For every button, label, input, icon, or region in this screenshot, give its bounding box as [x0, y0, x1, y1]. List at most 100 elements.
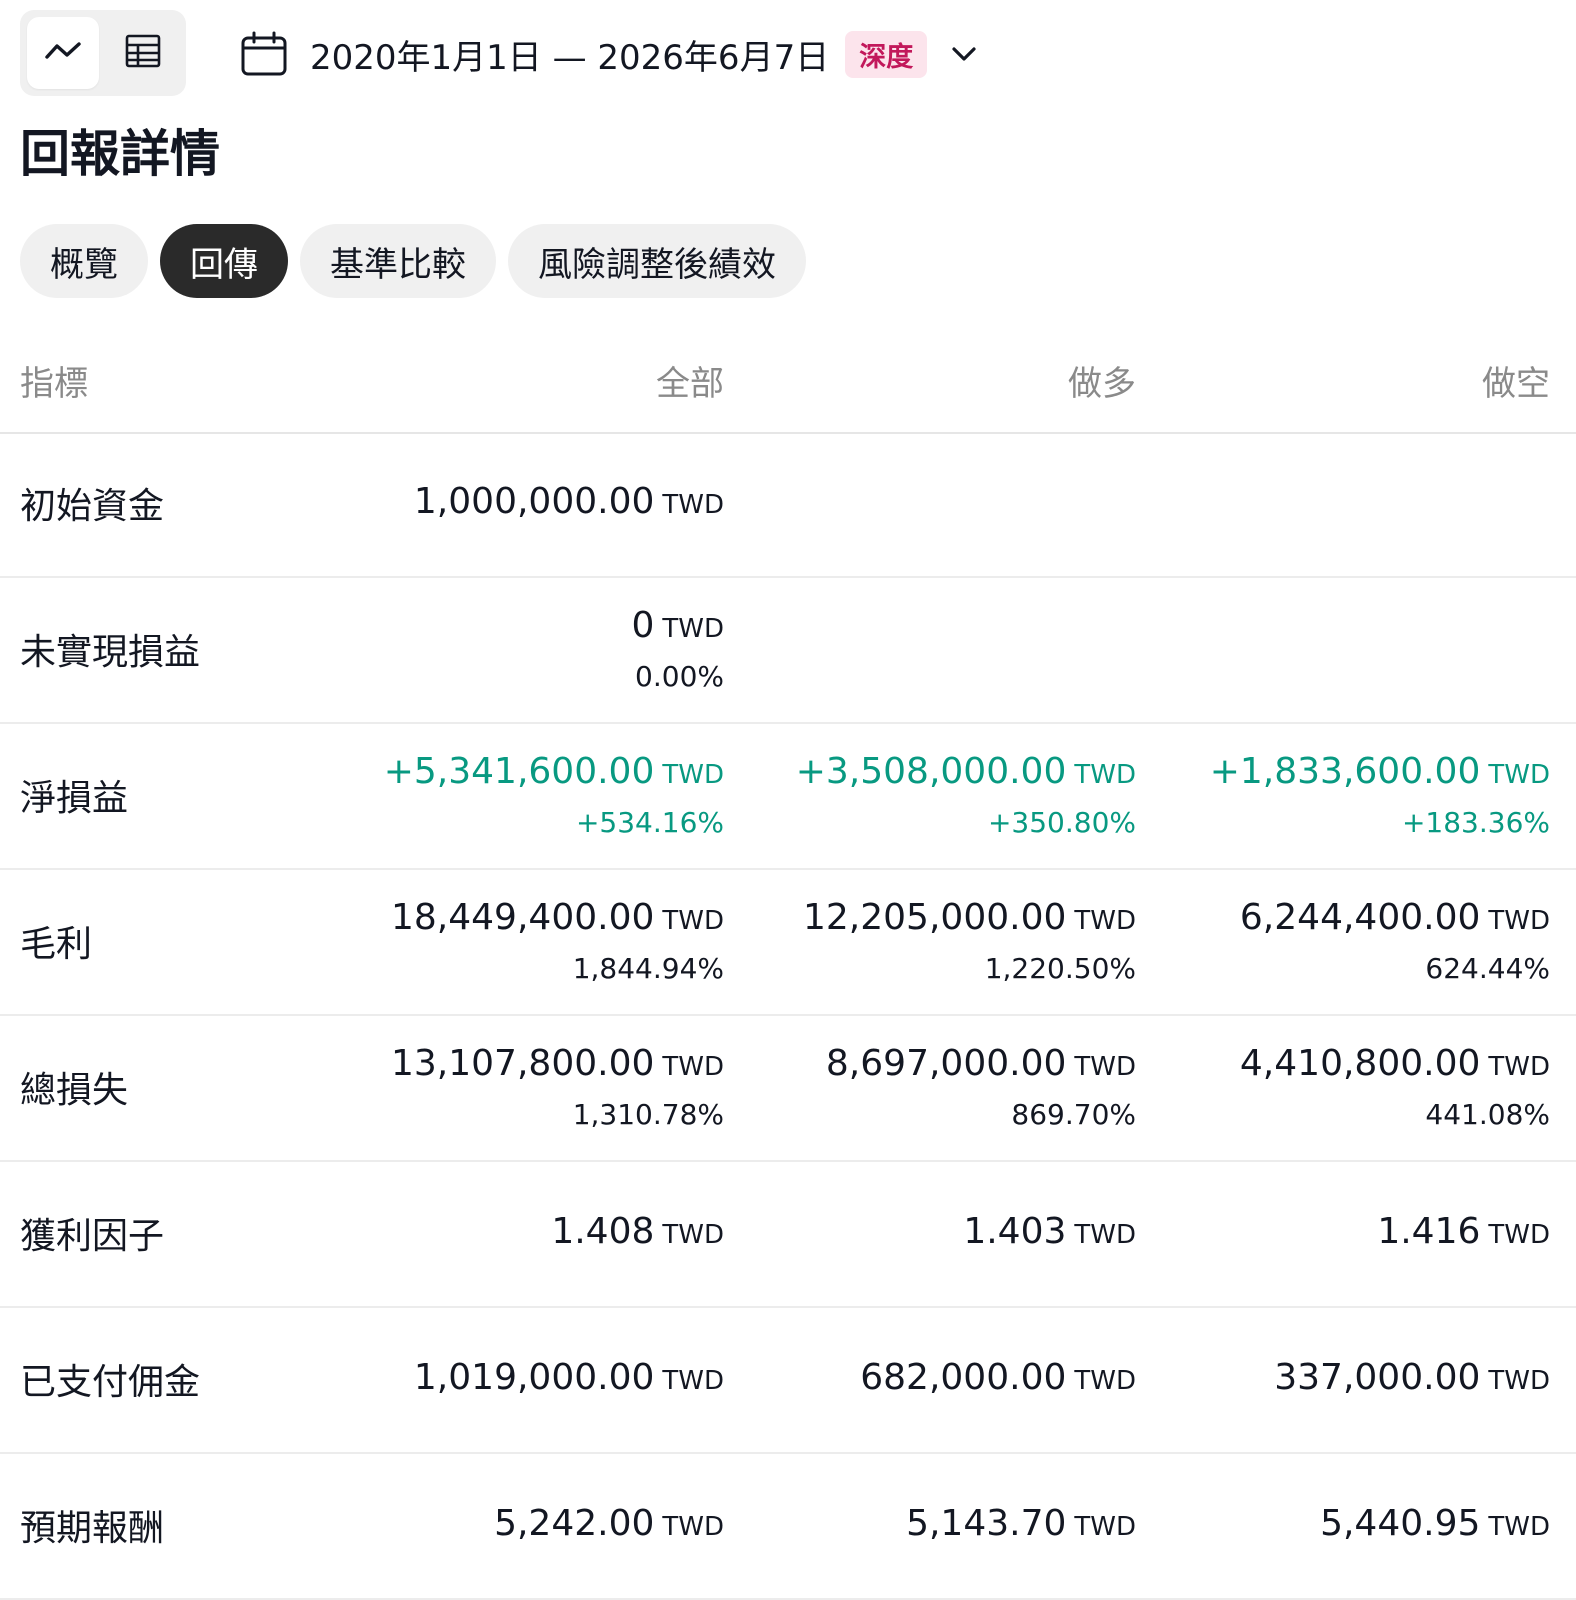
cell-percent: 1,220.50% [984, 951, 1136, 985]
depth-badge: 深度 [845, 30, 928, 78]
currency-unit: TWD [662, 489, 724, 520]
cell-percent: 441.08% [1425, 1097, 1550, 1131]
cell-percent: 624.44% [1425, 951, 1550, 985]
value-number: 337,000.00 [1274, 1356, 1481, 1398]
cell-short: 6,244,400.00 TWD 624.44% [1240, 868, 1550, 1014]
date-range-selector[interactable]: 2020年1月1日 — 2026年6月7日 深度 [240, 24, 979, 84]
toolbar: 2020年1月1日 — 2026年6月7日 深度 [0, 0, 1576, 108]
value-number: +1,833,600.00 [1209, 750, 1481, 792]
value-number: +5,341,600.00 [383, 750, 655, 792]
cell-value: 5,143.70 TWD [906, 1501, 1136, 1550]
cell-long: 5,143.70 TWD [906, 1452, 1136, 1598]
cell-value: 5,242.00 TWD [494, 1501, 724, 1550]
value-number: 0 [631, 604, 655, 646]
currency-unit: TWD [1074, 1365, 1136, 1396]
row-label: 已支付佣金 [20, 1362, 201, 1403]
row-label: 總損失 [20, 1070, 129, 1111]
row-label: 獲利因子 [20, 1216, 165, 1257]
cell-value: 8,697,000.00 TWD [826, 1041, 1136, 1090]
currency-unit: TWD [1074, 905, 1136, 936]
cell-value: 4,410,800.00 TWD [1240, 1041, 1550, 1090]
value-number: 6,244,400.00 [1239, 896, 1481, 938]
table-row: 獲利因子 1.408 TWD 1.403 TWD 1.416 TWD [0, 1160, 1576, 1308]
cell-all: 1.408 TWD [551, 1160, 724, 1306]
row-label: 淨損益 [20, 778, 129, 819]
tab-risk-adjusted[interactable]: 風險調整後績效 [508, 224, 806, 298]
chevron-down-icon[interactable] [949, 39, 979, 69]
tab-returns[interactable]: 回傳 [160, 224, 288, 298]
currency-unit: TWD [662, 1511, 724, 1542]
cell-value: 1,000,000.00 TWD [414, 479, 724, 528]
cell-percent: 869.70% [1011, 1097, 1136, 1131]
currency-unit: TWD [1074, 1219, 1136, 1250]
value-number: 1.403 [963, 1210, 1067, 1252]
cell-short: +1,833,600.00 TWD +183.36% [1210, 722, 1550, 868]
cell-all: 18,449,400.00 TWD 1,844.94% [391, 868, 724, 1014]
table-row: 預期報酬 5,242.00 TWD 5,143.70 TWD 5,440.95 TWD [0, 1452, 1576, 1600]
chart-view-button[interactable] [27, 17, 99, 89]
cell-value: +3,508,000.00 TWD [796, 749, 1136, 798]
cell-percent: 0.00% [635, 659, 724, 693]
cell-value: +1,833,600.00 TWD [1210, 749, 1550, 798]
currency-unit: TWD [1488, 1219, 1550, 1250]
cell-short: 337,000.00 TWD [1274, 1306, 1550, 1452]
value-number: 4,410,800.00 [1239, 1042, 1481, 1084]
header-short: 做空 [1482, 364, 1550, 404]
value-number: +3,508,000.00 [795, 750, 1067, 792]
line-chart-icon [43, 31, 83, 75]
cell-all: 5,242.00 TWD [494, 1452, 724, 1598]
currency-unit: TWD [1074, 759, 1136, 790]
value-number: 5,242.00 [494, 1502, 655, 1544]
cell-all: 13,107,800.00 TWD 1,310.78% [391, 1014, 724, 1160]
table-row: 初始資金 1,000,000.00 TWD [0, 430, 1576, 578]
row-label: 預期報酬 [20, 1508, 165, 1549]
cell-percent: +183.36% [1401, 805, 1550, 839]
currency-unit: TWD [1488, 759, 1550, 790]
cell-percent: +350.80% [987, 805, 1136, 839]
cell-value: 18,449,400.00 TWD [391, 895, 724, 944]
cell-value: 6,244,400.00 TWD [1240, 895, 1550, 944]
cell-value: 12,205,000.00 TWD [803, 895, 1136, 944]
cell-short: 4,410,800.00 TWD 441.08% [1240, 1014, 1550, 1160]
currency-unit: TWD [662, 1219, 724, 1250]
cell-all: 1,019,000.00 TWD [414, 1306, 724, 1452]
cell-percent: 1,844.94% [572, 951, 724, 985]
cell-value: +5,341,600.00 TWD [384, 749, 724, 798]
calendar-icon [240, 30, 288, 78]
header-long: 做多 [1068, 364, 1136, 404]
table-header: 指標 全部 做多 做空 [0, 330, 1576, 434]
table-row: 未實現損益 0 TWD 0.00% [0, 576, 1576, 724]
date-range-text: 2020年1月1日 — 2026年6月7日 [310, 37, 830, 78]
value-number: 1,000,000.00 [413, 480, 655, 522]
row-label: 初始資金 [20, 486, 165, 527]
value-number: 5,143.70 [906, 1502, 1067, 1544]
tab-benchmark[interactable]: 基準比較 [300, 224, 496, 298]
value-number: 1,019,000.00 [413, 1356, 655, 1398]
value-number: 13,107,800.00 [391, 1042, 655, 1084]
row-label: 毛利 [20, 924, 93, 965]
table-row: 淨損益 +5,341,600.00 TWD +534.16% +3,508,000.00… [0, 722, 1576, 870]
value-number: 1.416 [1377, 1210, 1481, 1252]
table-row: 已支付佣金 1,019,000.00 TWD 682,000.00 TWD 337,000… [0, 1306, 1576, 1454]
table-row: 毛利 18,449,400.00 TWD 1,844.94% 12,205,000.00… [0, 868, 1576, 1016]
header-metric: 指標 [20, 364, 88, 404]
tab-bar: 概覽 回傳 基準比較 風險調整後績效 [20, 224, 806, 298]
cell-long: 682,000.00 TWD [860, 1306, 1136, 1452]
currency-unit: TWD [1488, 1365, 1550, 1396]
cell-value: 0 TWD [631, 603, 724, 652]
tab-overview[interactable]: 概覽 [20, 224, 148, 298]
currency-unit: TWD [662, 613, 724, 644]
value-number: 1.408 [551, 1210, 655, 1252]
cell-percent: 1,310.78% [572, 1097, 724, 1131]
cell-value: 1.408 TWD [551, 1209, 724, 1258]
table-view-button[interactable] [107, 17, 179, 89]
value-number: 8,697,000.00 [825, 1042, 1067, 1084]
cell-long: 1.403 TWD [963, 1160, 1136, 1306]
header-all: 全部 [656, 364, 724, 404]
cell-short: 1.416 TWD [1377, 1160, 1550, 1306]
cell-value: 1.416 TWD [1377, 1209, 1550, 1258]
cell-all: +5,341,600.00 TWD +534.16% [384, 722, 724, 868]
currency-unit: TWD [1488, 905, 1550, 936]
value-number: 5,440.95 [1320, 1502, 1481, 1544]
currency-unit: TWD [662, 1051, 724, 1082]
